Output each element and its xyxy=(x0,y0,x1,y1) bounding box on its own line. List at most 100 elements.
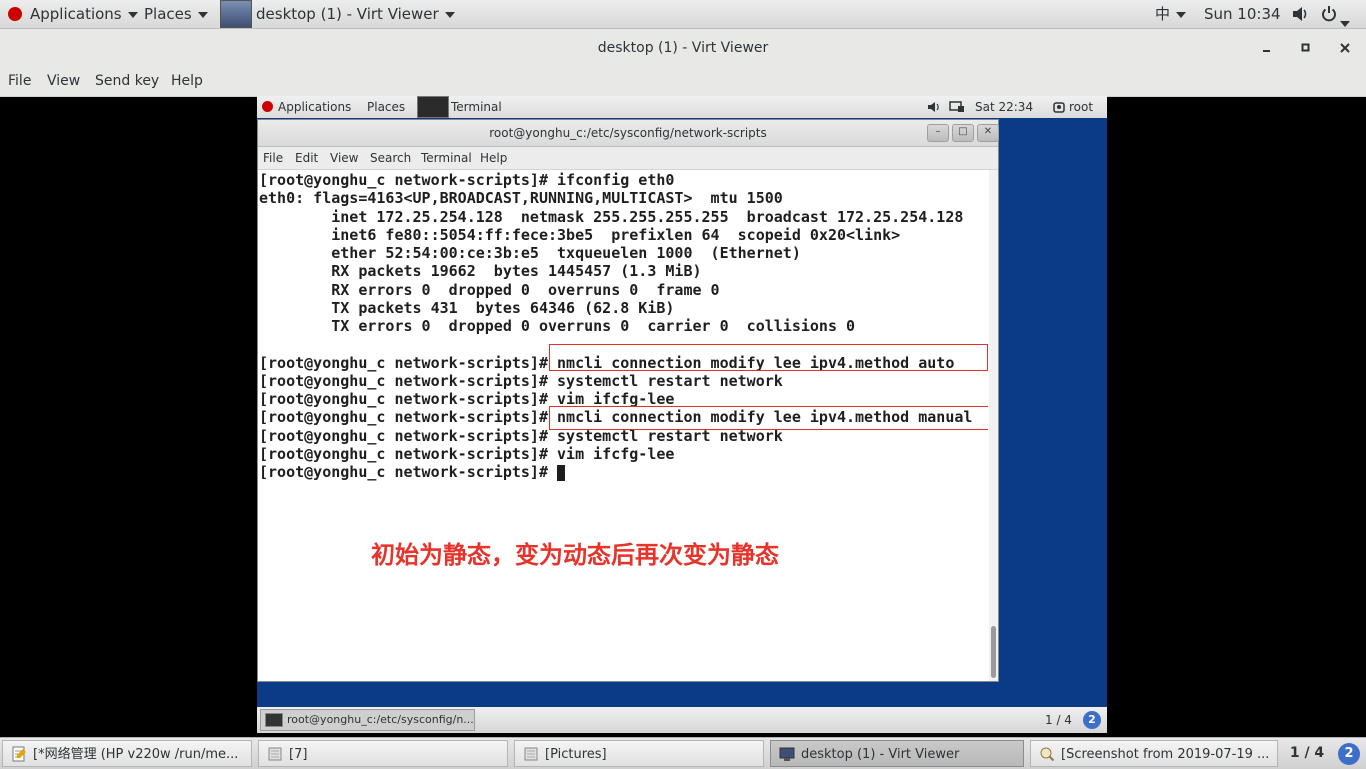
caret-down-icon xyxy=(127,11,138,18)
minimize-icon: – xyxy=(935,126,941,137)
guest-applications-menu[interactable]: Applications xyxy=(262,96,351,118)
guest-user-label: root xyxy=(1069,100,1094,114)
guest-workspace-indicator[interactable]: 1 / 4 xyxy=(1045,707,1072,733)
maximize-icon: □ xyxy=(958,126,968,137)
caret-down-icon xyxy=(1176,11,1187,18)
guest-top-bar: Applications Places Terminal Sat 22:34 r… xyxy=(257,96,1107,118)
terminal-minimize-button[interactable]: – xyxy=(927,124,949,142)
power-menu[interactable] xyxy=(1321,0,1351,28)
terminal-menu-search[interactable]: Search xyxy=(370,147,411,169)
guest-clock[interactable]: Sat 22:34 xyxy=(975,96,1033,118)
close-button[interactable] xyxy=(1330,29,1360,67)
terminal-close-button[interactable]: ✕ xyxy=(977,124,999,142)
workspace-indicator[interactable]: 1 / 4 xyxy=(1282,740,1332,767)
terminal-menu-view[interactable]: View xyxy=(330,147,358,169)
folder-icon xyxy=(524,747,538,760)
menu-file[interactable]: File xyxy=(8,67,31,96)
guest-workspace-icon[interactable]: 2 xyxy=(1083,711,1101,729)
redhat-logo-icon xyxy=(262,101,273,112)
caret-down-icon xyxy=(444,11,455,18)
maximize-icon xyxy=(1301,43,1310,52)
terminal-line: ether 52:54:00:ce:3b:e5 txqueuelen 1000 … xyxy=(259,244,801,262)
input-method-label: 中 xyxy=(1155,5,1171,23)
terminal-scrollbar-thumb[interactable] xyxy=(991,626,996,678)
terminal-line: [root@yonghu_c network-scripts]# systemc… xyxy=(259,371,783,390)
image-viewer-icon xyxy=(1040,747,1055,761)
guest-places-menu[interactable]: Places xyxy=(367,96,405,118)
terminal-maximize-button[interactable]: □ xyxy=(952,124,974,142)
terminal-line: RX errors 0 dropped 0 overruns 0 frame 0 xyxy=(259,280,720,299)
close-icon xyxy=(1340,43,1350,53)
virt-viewer-app-icon xyxy=(220,0,252,28)
terminal-line: [root@yonghu_c network-scripts]# ifconfi… xyxy=(259,171,675,189)
menu-help[interactable]: Help xyxy=(171,67,203,96)
terminal-menu-terminal[interactable]: Terminal xyxy=(421,147,472,169)
task-folder-7[interactable]: [7] xyxy=(258,740,508,767)
terminal-line: eth0: flags=4163<UP,BROADCAST,RUNNING,MU… xyxy=(259,189,783,208)
input-method-menu[interactable]: 中 xyxy=(1155,0,1187,28)
terminal-prompt: [root@yonghu_c network-scripts]# xyxy=(259,463,558,481)
terminal-icon xyxy=(265,713,283,727)
active-window-label: desktop (1) - Virt Viewer xyxy=(256,5,439,23)
terminal-line: RX packets 19662 bytes 1445457 (1.3 MiB) xyxy=(259,262,702,281)
terminal-titlebar[interactable]: root@yonghu_c:/etc/sysconfig/network-scr… xyxy=(258,120,999,147)
terminal-menu-edit[interactable]: Edit xyxy=(295,147,318,169)
task-label: [7] xyxy=(289,747,308,762)
text-editor-icon xyxy=(12,746,26,761)
user-icon xyxy=(1053,101,1065,113)
guest-task-terminal[interactable]: root@yonghu_c:/etc/sysconfig/n... xyxy=(260,709,475,731)
highlight-box-auto xyxy=(549,344,988,371)
volume-icon[interactable] xyxy=(927,96,941,118)
task-label: [Screenshot from 2019-07-19 ... xyxy=(1061,747,1270,762)
terminal-icon xyxy=(417,96,449,118)
clock[interactable]: Sun 10:34 xyxy=(1204,0,1281,28)
terminal-title: root@yonghu_c:/etc/sysconfig/network-scr… xyxy=(489,126,767,140)
annotation-text: 初始为静态，变为动态后再次变为静态 xyxy=(371,541,779,569)
task-network-notes[interactable]: [*网络管理 (HP v220w /run/me... xyxy=(2,740,252,767)
highlight-box-manual xyxy=(549,406,988,430)
guest-task-label: root@yonghu_c:/etc/sysconfig/n... xyxy=(287,713,474,726)
menu-view[interactable]: View xyxy=(47,67,80,96)
display-icon[interactable] xyxy=(949,96,965,118)
terminal-cursor xyxy=(557,465,566,481)
terminal-window[interactable]: root@yonghu_c:/etc/sysconfig/network-scr… xyxy=(257,119,999,682)
clock-label: Sun 10:34 xyxy=(1204,5,1281,23)
workspace-icon[interactable]: 2 xyxy=(1338,743,1360,765)
terminal-line: [root@yonghu_c network-scripts]# vim ifc… xyxy=(259,444,675,463)
task-pictures[interactable]: [Pictures] xyxy=(514,740,764,767)
task-label: [*网络管理 (HP v220w /run/me... xyxy=(33,747,239,762)
active-window-menu[interactable]: desktop (1) - Virt Viewer xyxy=(220,0,455,28)
virt-viewer-app-icon xyxy=(779,747,795,761)
window-title: desktop (1) - Virt Viewer xyxy=(597,40,769,56)
terminal-line: TX errors 0 dropped 0 overruns 0 carrier… xyxy=(259,317,856,335)
virt-viewer-titlebar[interactable]: desktop (1) - Virt Viewer xyxy=(0,29,1366,67)
terminal-menubar: File Edit View Search Terminal Help xyxy=(258,147,998,170)
terminal-text: [root@yonghu_c network-scripts]# ifconfi… xyxy=(259,171,972,481)
guest-user-menu[interactable]: root xyxy=(1052,96,1093,118)
task-label: desktop (1) - Virt Viewer xyxy=(801,747,960,762)
guest-display[interactable]: Applications Places Terminal Sat 22:34 r… xyxy=(257,96,1107,733)
applications-menu[interactable]: Applications xyxy=(8,0,138,28)
terminal-scrollbar[interactable] xyxy=(989,170,998,681)
maximize-button[interactable] xyxy=(1291,29,1321,67)
guest-terminal-app[interactable]: Terminal xyxy=(417,96,502,118)
terminal-menu-help[interactable]: Help xyxy=(480,147,507,169)
caret-down-icon xyxy=(197,11,208,18)
close-icon: ✕ xyxy=(983,126,993,137)
terminal-line: TX packets 431 bytes 64346 (62.8 KiB) xyxy=(259,298,675,317)
task-screenshot[interactable]: [Screenshot from 2019-07-19 ... xyxy=(1030,740,1278,767)
volume-icon[interactable] xyxy=(1291,0,1309,28)
task-virt-viewer[interactable]: desktop (1) - Virt Viewer xyxy=(770,740,1024,767)
applications-label: Applications xyxy=(30,5,122,23)
places-menu[interactable]: Places xyxy=(144,0,208,28)
terminal-output[interactable]: [root@yonghu_c network-scripts]# ifconfi… xyxy=(258,170,988,681)
terminal-menu-file[interactable]: File xyxy=(263,147,283,169)
power-icon xyxy=(1322,6,1336,22)
menu-send-key[interactable]: Send key xyxy=(95,67,159,96)
caret-down-icon xyxy=(1340,20,1350,27)
guest-taskbar: root@yonghu_c:/etc/sysconfig/n... 1 / 4 … xyxy=(257,707,1107,733)
virt-viewer-menubar: File View Send key Help xyxy=(0,67,1366,97)
top-bar: Applications Places desktop (1) - Virt V… xyxy=(0,0,1366,29)
minimize-icon xyxy=(1263,50,1270,52)
minimize-button[interactable] xyxy=(1252,29,1282,67)
